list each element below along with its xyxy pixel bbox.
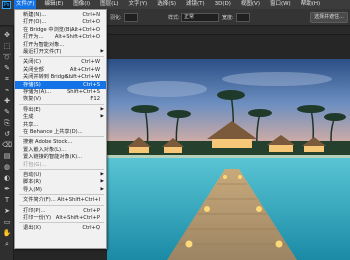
menu-item-2[interactable]: 图像(I) xyxy=(71,0,92,9)
menu-item-label: 最近打开文件(T) xyxy=(23,49,62,55)
hand-icon[interactable]: ✋ xyxy=(2,228,12,238)
eyedropper-icon[interactable]: ⌁ xyxy=(2,85,12,95)
feather-label: 羽化: xyxy=(110,15,122,21)
blur-icon[interactable]: ◍ xyxy=(2,162,12,172)
quick-select-icon[interactable]: ✎ xyxy=(2,63,12,73)
stamp-icon[interactable]: ⎘ xyxy=(2,118,12,128)
pen-icon[interactable]: ✒ xyxy=(2,184,12,194)
menu-item-5[interactable]: 选择(S) xyxy=(155,0,178,9)
menu-item-label: 文件简介(F)... xyxy=(23,197,56,204)
file-menu-item[interactable]: 恢复(V) F12 xyxy=(15,95,106,103)
toolbar: ✥ ⬚ ➰ ✎ ⌗ ⌁ ✚ ✎ ⎘ ↺ ⌫ ▤ ◍ ◐ ✒ T ➤ ▭ ✋ ⌕ xyxy=(0,27,14,260)
menu-item-10[interactable]: 帮助(H) xyxy=(299,0,322,9)
healing-icon[interactable]: ✚ xyxy=(2,96,12,106)
menu-item-shortcut: Alt+Shift+Ctrl+I xyxy=(57,197,100,204)
menu-item-4[interactable]: 文字(Y) xyxy=(127,0,150,9)
file-menu-item[interactable]: 打印一份(Y) Alt+Shift+Ctrl+P xyxy=(15,214,106,222)
brush-icon[interactable]: ✎ xyxy=(2,107,12,117)
menu-separator xyxy=(19,169,104,170)
lasso-icon[interactable]: ➰ xyxy=(2,52,12,62)
dodge-icon[interactable]: ◐ xyxy=(2,173,12,183)
menu-separator xyxy=(19,204,104,206)
width-field[interactable] xyxy=(236,13,250,22)
canvas-image[interactable] xyxy=(107,59,350,260)
file-menu-dropdown: 新建(N)... Ctrl+N 打开(O)... Ctrl+O 在 Bridge 中浏览… xyxy=(14,9,107,249)
eraser-icon[interactable]: ⌫ xyxy=(2,140,12,150)
menu-item-9[interactable]: 窗口(W) xyxy=(268,0,293,9)
feather-field[interactable] xyxy=(124,13,138,22)
file-menu-item[interactable]: 退出(X) Ctrl+Q xyxy=(15,224,106,232)
menu-item-shortcut: Ctrl+Q xyxy=(82,225,100,232)
style-select[interactable]: 正常 xyxy=(181,13,219,22)
photoshop-window: Ps 文件(F) 编辑(E) 图像(I) 图层(L) 文字(Y) 选择(S) 滤镜(T) 3D… xyxy=(0,0,350,260)
menu-separator xyxy=(19,103,104,105)
menu-item-8[interactable]: 视图(V) xyxy=(239,0,262,9)
shape-icon[interactable]: ▭ xyxy=(2,217,12,227)
file-menu-item: 打包(G)... xyxy=(15,161,106,169)
marquee-icon[interactable]: ⬚ xyxy=(2,41,12,51)
crop-icon[interactable]: ⌗ xyxy=(2,74,12,84)
menu-item-1[interactable]: 编辑(E) xyxy=(42,0,65,9)
select-and-mask-button[interactable]: 选择并遮住... xyxy=(310,12,348,23)
resort-photo xyxy=(107,59,350,260)
type-icon[interactable]: T xyxy=(2,195,12,205)
menu-file[interactable]: 文件(F) xyxy=(14,0,37,9)
menu-item-label: 恢复(V) xyxy=(23,96,41,103)
menu-item-label: 打印一份(Y) xyxy=(23,215,51,221)
path-select-icon[interactable]: ➤ xyxy=(2,206,12,216)
file-menu-item[interactable]: 在 Behance 上共享(D)... xyxy=(15,128,106,136)
file-menu-item[interactable]: 文件简介(F)... Alt+Shift+Ctrl+I xyxy=(15,196,106,204)
menu-item-label: 在 Behance 上共享(D)... xyxy=(23,129,83,135)
menu-item-label: 导入(M) xyxy=(23,186,42,193)
menu-item-6[interactable]: 滤镜(T) xyxy=(184,0,207,9)
menu-separator xyxy=(19,222,104,224)
menu-separator xyxy=(19,194,104,196)
menu-separator xyxy=(19,136,104,138)
menu-bar: Ps 文件(F) 编辑(E) 图像(I) 图层(L) 文字(Y) 选择(S) 滤镜(T) 3D… xyxy=(0,0,350,9)
gradient-icon[interactable]: ▤ xyxy=(2,151,12,161)
menu-item-shortcut: Alt+Shift+Ctrl+P xyxy=(55,215,100,221)
width-label: 宽度: xyxy=(222,15,234,21)
submenu-arrow-icon: ▶ xyxy=(100,49,104,54)
menu-item-shortcut: F12 xyxy=(90,96,100,103)
menu-item-3[interactable]: 图层(L) xyxy=(98,0,120,9)
photoshop-logo: Ps xyxy=(2,0,11,9)
menu-item-label: 打包(G)... xyxy=(23,161,47,168)
file-menu-item[interactable]: 最近打开文件(T) ▶ xyxy=(15,48,106,56)
menu-item-7[interactable]: 3D(D) xyxy=(213,0,233,9)
move-icon[interactable]: ✥ xyxy=(2,30,12,40)
menu-item-label: 退出(X) xyxy=(23,225,41,232)
file-menu-item[interactable]: 导入(M) ▶ xyxy=(15,186,106,194)
zoom-icon[interactable]: ⌕ xyxy=(2,239,12,249)
style-label: 样式: xyxy=(168,15,180,21)
submenu-arrow-icon: ▶ xyxy=(100,186,104,192)
history-brush-icon[interactable]: ↺ xyxy=(2,129,12,139)
menu-separator xyxy=(19,56,104,58)
